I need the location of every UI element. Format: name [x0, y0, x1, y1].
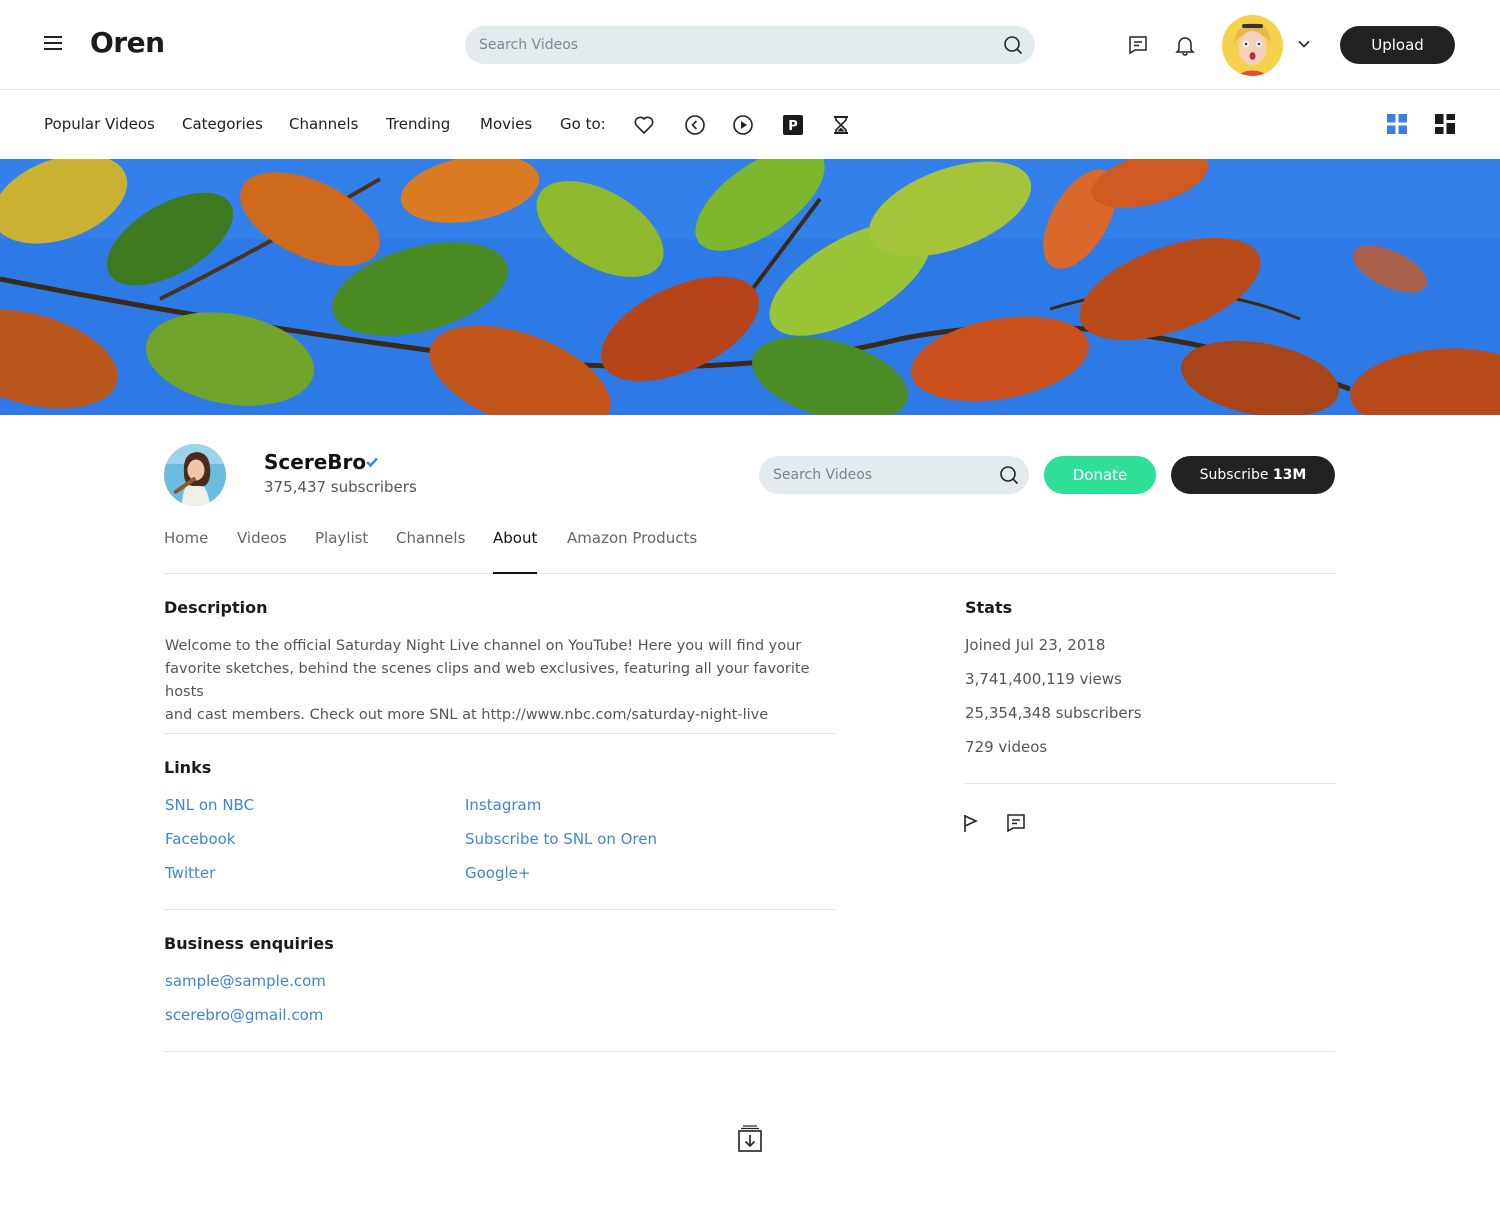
- divider: [965, 783, 1335, 784]
- chevron-down-icon[interactable]: [1296, 36, 1312, 52]
- subscribe-label: Subscribe: [1199, 467, 1269, 483]
- divider: [164, 1051, 1335, 1052]
- channel-tabs: Home Videos Playlist Channels About Amaz…: [164, 520, 1335, 574]
- links-title: Links: [164, 758, 212, 777]
- nav-categories[interactable]: Categories: [182, 115, 263, 133]
- banner-image: [0, 159, 1500, 415]
- search-icon[interactable]: [1003, 35, 1023, 55]
- goto-label: Go to:: [560, 115, 606, 133]
- logo[interactable]: Oren: [90, 26, 165, 59]
- top-header: Oren Upload: [0, 0, 1500, 90]
- search-icon[interactable]: [999, 465, 1019, 485]
- tab-videos[interactable]: Videos: [237, 529, 287, 574]
- link-google-plus[interactable]: Google+: [465, 864, 530, 882]
- donate-button[interactable]: Donate: [1044, 456, 1156, 494]
- top-search-bar: [465, 26, 1035, 64]
- stat-subscribers: 25,354,348 subscribers: [965, 704, 1142, 722]
- flag-icon[interactable]: [960, 812, 982, 834]
- rewind-icon[interactable]: [684, 114, 706, 136]
- hamburger-menu-icon[interactable]: [44, 36, 62, 52]
- top-search-input[interactable]: [479, 26, 989, 64]
- nav-popular-videos[interactable]: Popular Videos: [44, 115, 155, 133]
- link-instagram[interactable]: Instagram: [465, 796, 541, 814]
- description-text: Welcome to the official Saturday Night L…: [165, 635, 845, 727]
- tab-about[interactable]: About: [493, 529, 538, 574]
- verified-check-icon: [366, 457, 378, 468]
- mosaic-view-icon[interactable]: [1435, 114, 1455, 134]
- link-facebook[interactable]: Facebook: [165, 830, 235, 848]
- description-title: Description: [164, 598, 268, 617]
- nav-trending[interactable]: Trending: [386, 115, 450, 133]
- divider: [164, 733, 835, 734]
- link-subscribe-snl-oren[interactable]: Subscribe to SNL on Oren: [465, 830, 657, 848]
- channel-banner: [0, 159, 1500, 415]
- stats-title: Stats: [965, 598, 1013, 617]
- channel-subscriber-count: 375,437 subscribers: [264, 478, 417, 496]
- parking-icon[interactable]: P: [782, 114, 804, 136]
- hourglass-icon[interactable]: [830, 114, 852, 136]
- nav-movies[interactable]: Movies: [480, 115, 532, 133]
- description-line: Welcome to the official Saturday Night L…: [165, 638, 802, 654]
- subscribe-button[interactable]: Subscribe 13M: [1171, 456, 1335, 494]
- tab-amazon-products[interactable]: Amazon Products: [567, 529, 697, 574]
- business-email-link[interactable]: scerebro@gmail.com: [165, 1006, 323, 1024]
- stat-videos: 729 videos: [965, 738, 1048, 756]
- link-snl-on-nbc[interactable]: SNL on NBC: [165, 796, 254, 814]
- channel-name: ScereBro: [264, 450, 367, 474]
- tab-channels[interactable]: Channels: [396, 529, 465, 574]
- description-line: favorite sketches, behind the scenes cli…: [165, 661, 810, 700]
- channel-search-input[interactable]: [773, 456, 993, 494]
- play-icon[interactable]: [732, 114, 754, 136]
- upload-button[interactable]: Upload: [1340, 26, 1455, 64]
- channel-search-bar: [759, 456, 1029, 494]
- main-nav: Popular Videos Categories Channels Trend…: [0, 91, 1500, 159]
- svg-text:P: P: [788, 119, 798, 134]
- business-email-link[interactable]: sample@sample.com: [165, 972, 326, 990]
- user-avatar[interactable]: [1222, 15, 1283, 76]
- notification-bell-icon[interactable]: [1174, 34, 1196, 56]
- heart-icon[interactable]: [633, 114, 655, 136]
- description-line: and cast members. Check out more SNL at …: [165, 707, 769, 723]
- divider: [164, 909, 835, 910]
- channel-avatar[interactable]: [164, 444, 226, 506]
- business-title: Business enquiries: [164, 934, 334, 953]
- messages-icon[interactable]: [1127, 34, 1149, 56]
- tab-home[interactable]: Home: [164, 529, 208, 574]
- link-twitter[interactable]: Twitter: [165, 864, 215, 882]
- stat-joined: Joined Jul 23, 2018: [965, 636, 1106, 654]
- message-icon[interactable]: [1005, 812, 1027, 834]
- grid-view-icon[interactable]: [1387, 114, 1407, 134]
- subscribe-count: 13M: [1272, 467, 1307, 483]
- load-more-icon[interactable]: [738, 1124, 762, 1152]
- tab-playlist[interactable]: Playlist: [315, 529, 368, 574]
- stat-views: 3,741,400,119 views: [965, 670, 1122, 688]
- nav-channels[interactable]: Channels: [289, 115, 358, 133]
